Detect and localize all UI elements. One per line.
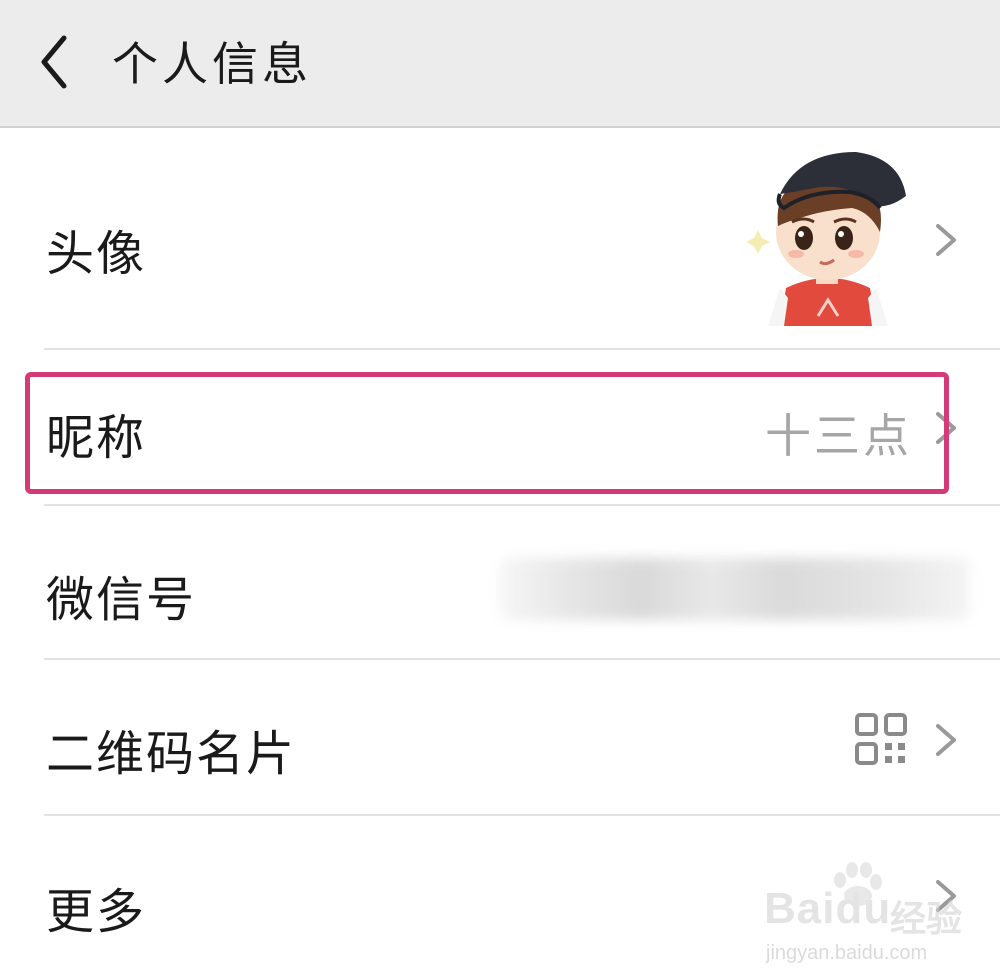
- baidu-watermark: Baidu 经验 jingyan.baidu.com: [740, 860, 980, 970]
- watermark-cn: 经验: [890, 899, 963, 940]
- divider: [44, 348, 1000, 350]
- qr-code-icon: [854, 712, 908, 766]
- header-bar: 个人信息: [0, 0, 1000, 128]
- row-avatar[interactable]: 头像: [0, 128, 1000, 350]
- qr-card-label: 二维码名片: [46, 726, 297, 782]
- chevron-right-icon: [930, 408, 960, 448]
- nickname-label: 昵称: [46, 410, 147, 466]
- avatar-label: 头像: [46, 226, 147, 282]
- chevron-right-icon: [930, 720, 960, 760]
- back-arrow-icon: [41, 35, 67, 89]
- more-label: 更多: [46, 884, 147, 940]
- watermark-url: jingyan.baidu.com: [766, 942, 928, 964]
- avatar: [740, 148, 916, 326]
- row-wechat-id[interactable]: 微信号: [0, 506, 1000, 660]
- back-button[interactable]: [28, 24, 88, 100]
- watermark-logo: Baidu: [764, 884, 892, 933]
- row-qr-card[interactable]: 二维码名片: [0, 660, 1000, 816]
- wechat-id-label: 微信号: [46, 572, 197, 628]
- page-title: 个人信息: [112, 37, 312, 91]
- row-nickname[interactable]: 昵称 十三点: [0, 352, 1000, 506]
- blurred-wechat-id: [500, 558, 970, 620]
- nickname-value: 十三点: [765, 409, 912, 463]
- chevron-right-icon: [930, 220, 960, 260]
